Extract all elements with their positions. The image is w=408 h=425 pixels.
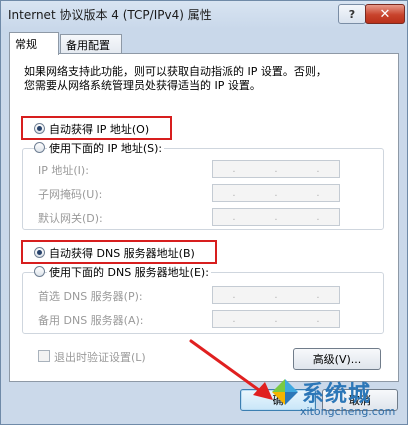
- watermark-domain: xitongcheng.com: [300, 405, 396, 418]
- dns-manual-radio[interactable]: [34, 266, 45, 277]
- default-gateway-label: 默认网关(D):: [38, 212, 103, 225]
- tab-alternate-config[interactable]: 备用配置: [60, 34, 122, 54]
- alternate-dns-input[interactable]: ...: [212, 310, 340, 328]
- window-title: Internet 协议版本 4 (TCP/IPv4) 属性: [8, 8, 212, 22]
- subnet-mask-label: 子网掩码(U):: [38, 188, 103, 201]
- ip-address-label: IP 地址(I):: [38, 164, 89, 177]
- default-gateway-input[interactable]: ...: [212, 208, 340, 226]
- selected-dot-icon: [37, 126, 42, 131]
- subnet-mask-input[interactable]: ...: [212, 184, 340, 202]
- ip-auto-label[interactable]: 自动获得 IP 地址(O): [47, 121, 152, 137]
- ip-auto-radio[interactable]: [34, 123, 45, 134]
- tab-general[interactable]: 常规: [9, 32, 59, 55]
- alternate-dns-label: 备用 DNS 服务器(A):: [38, 314, 144, 327]
- advanced-button[interactable]: 高级(V)...: [293, 348, 381, 370]
- ip-manual-radio[interactable]: [34, 142, 45, 153]
- description-line-2: 您需要从网络系统管理员处获得适当的 IP 设置。: [24, 79, 261, 92]
- preferred-dns-label: 首选 DNS 服务器(P):: [38, 290, 143, 303]
- watermark-text: 系统城: [302, 382, 372, 407]
- validate-on-exit-label[interactable]: 退出时验证设置(L): [54, 349, 146, 365]
- dns-auto-label[interactable]: 自动获得 DNS 服务器地址(B): [47, 245, 197, 261]
- dns-auto-radio[interactable]: [34, 247, 45, 258]
- watermark-logo-icon: [272, 379, 298, 405]
- dns-manual-label[interactable]: 使用下面的 DNS 服务器地址(E):: [47, 264, 211, 280]
- selected-dot-icon: [37, 250, 42, 255]
- annotation-arrow-icon: [189, 339, 273, 400]
- validate-on-exit-checkbox[interactable]: [38, 350, 50, 362]
- preferred-dns-input[interactable]: ...: [212, 286, 340, 304]
- ip-manual-label[interactable]: 使用下面的 IP 地址(S):: [47, 140, 165, 156]
- close-button[interactable]: ✕: [365, 4, 405, 24]
- help-button[interactable]: ?: [338, 4, 366, 24]
- ip-address-input[interactable]: ...: [212, 160, 340, 178]
